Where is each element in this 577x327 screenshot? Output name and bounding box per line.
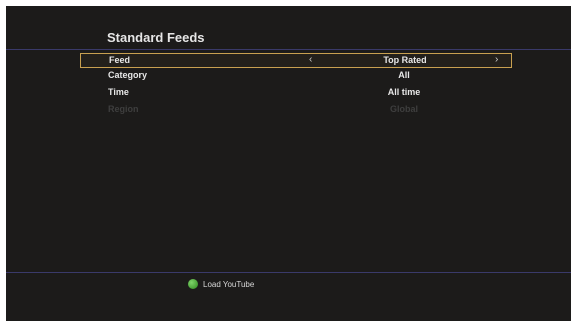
chevron-right-icon[interactable]: › [495,54,498,65]
setting-row-region: Region Global [80,103,512,118]
page-title: Standard Feeds [107,30,205,45]
setting-row-feed[interactable]: Feed ‹ Top Rated › [80,53,512,68]
setting-row-category[interactable]: Category All [80,69,512,84]
tv-screen: Standard Feeds Feed ‹ Top Rated › Catego… [6,6,571,321]
green-button-icon [188,279,198,289]
setting-value-time: All time [387,87,421,97]
footer-divider [6,272,571,273]
load-youtube-button[interactable]: Load YouTube [188,279,254,289]
header-divider [6,49,571,50]
setting-label-time: Time [108,87,129,97]
setting-value-feed: Top Rated [383,55,427,65]
setting-row-time[interactable]: Time All time [80,86,512,101]
load-youtube-label: Load YouTube [203,279,255,289]
setting-label-feed: Feed [109,55,131,65]
setting-value-category: All [398,70,410,80]
chevron-left-icon[interactable]: ‹ [309,54,312,65]
setting-label-region: Region [108,104,139,114]
setting-label-category: Category [108,70,148,80]
setting-value-region: Global [389,104,418,114]
